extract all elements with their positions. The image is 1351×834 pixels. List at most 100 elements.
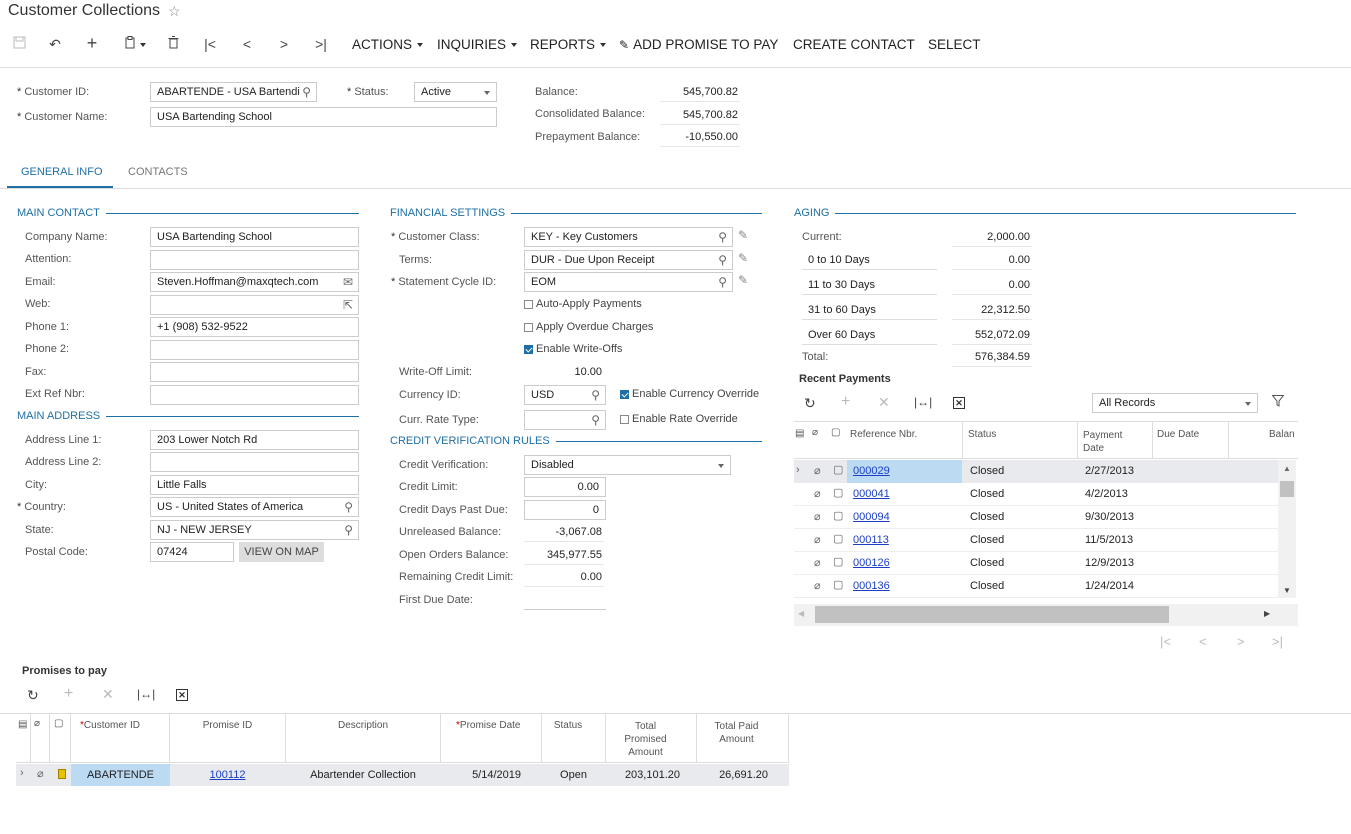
records-filter-select[interactable]: All Records — [1092, 393, 1258, 413]
status-select[interactable]: Active — [414, 82, 497, 102]
reports-menu[interactable]: REPORTS — [530, 37, 607, 52]
payment-ref-link[interactable]: 000126 — [853, 557, 890, 569]
add-promise-button[interactable]: ✎ ADD PROMISE TO PAY — [619, 37, 778, 52]
credit-verification-select[interactable]: Disabled — [524, 455, 731, 475]
attachment-icon[interactable]: ⌀ — [814, 510, 821, 523]
fit-columns-icon[interactable]: |↔| — [914, 395, 932, 409]
col-balance[interactable]: Balan — [1269, 429, 1295, 440]
table-row[interactable]: ⌀ ▢ 000094 Closed 9/30/2013 — [794, 506, 1278, 529]
mail-icon[interactable]: ✉ — [343, 275, 353, 289]
city-field[interactable]: Little Falls — [150, 475, 359, 495]
edit-pencil-icon[interactable]: ✎ — [738, 228, 748, 242]
pager-last-icon[interactable]: >| — [1272, 634, 1283, 649]
promise-id-link[interactable]: 100112 — [170, 769, 285, 781]
col-payment-date[interactable]: Payment Date — [1083, 429, 1122, 455]
delete-row-icon[interactable]: ✕ — [102, 686, 114, 703]
rate-override-checkbox[interactable]: Enable Rate Override — [620, 413, 738, 425]
phone2-field[interactable] — [150, 340, 359, 360]
tab-general-info[interactable]: GENERAL INFO — [21, 166, 103, 178]
scroll-thumb[interactable] — [815, 606, 1169, 623]
currency-override-checkbox[interactable]: Enable Currency Override — [620, 388, 759, 400]
enable-writeoffs-checkbox[interactable]: Enable Write-Offs — [524, 343, 622, 355]
star-icon[interactable]: ☆ — [168, 3, 181, 20]
auto-apply-checkbox[interactable]: Auto-Apply Payments — [524, 298, 642, 310]
email-field[interactable]: Steven.Hoffman@maxqtech.com ✉ — [150, 272, 359, 292]
col-status[interactable]: Status — [542, 720, 594, 731]
delete-icon[interactable] — [162, 36, 184, 52]
state-field[interactable]: NJ - NEW JERSEY ⚲ — [150, 520, 359, 540]
export-excel-icon[interactable]: ✕ — [953, 397, 965, 409]
pager-first-icon[interactable]: |< — [1160, 634, 1171, 649]
attachment-icon[interactable]: ⌀ — [814, 464, 821, 477]
overdue-charges-checkbox[interactable]: Apply Overdue Charges — [524, 321, 653, 333]
inquiries-menu[interactable]: INQUIRIES — [437, 37, 518, 52]
note-icon[interactable]: ▢ — [833, 486, 843, 499]
col-total-paid[interactable]: Total Paid Amount — [697, 720, 776, 746]
note-icon[interactable]: ▢ — [833, 532, 843, 545]
search-icon[interactable]: ⚲ — [302, 85, 311, 99]
pager-next-icon[interactable]: > — [1237, 634, 1245, 649]
scroll-down-icon[interactable]: ▼ — [1283, 586, 1291, 595]
table-row[interactable]: ⌀ ▢ 000113 Closed 11/5/2013 — [794, 529, 1278, 552]
delete-row-icon[interactable]: ✕ — [878, 394, 890, 411]
address-line2-field[interactable] — [150, 452, 359, 472]
table-row[interactable]: › ⌀ ABARTENDE 100112 Abartender Collecti… — [16, 764, 789, 786]
create-contact-button[interactable]: CREATE CONTACT — [793, 37, 915, 52]
prev-record-icon[interactable]: < — [236, 36, 258, 52]
customer-class-field[interactable]: KEY - Key Customers ⚲ — [524, 227, 733, 247]
col-due-date[interactable]: Due Date — [1157, 429, 1199, 440]
edit-pencil-icon[interactable]: ✎ — [738, 273, 748, 287]
note-icon[interactable]: ▢ — [833, 509, 843, 522]
ext-ref-field[interactable] — [150, 385, 359, 405]
external-link-icon[interactable]: ⇱ — [343, 298, 353, 312]
add-row-icon[interactable]: + — [64, 685, 73, 703]
customer-id-field[interactable]: ABARTENDE - USA Bartendi ⚲ — [150, 82, 317, 102]
payment-ref-link[interactable]: 000113 — [853, 534, 889, 546]
last-record-icon[interactable]: >| — [310, 36, 332, 52]
credit-limit-field[interactable]: 0.00 — [524, 477, 606, 497]
tab-contacts[interactable]: CONTACTS — [128, 166, 188, 178]
phone1-field[interactable]: +1 (908) 532-9522 — [150, 317, 359, 337]
address-line1-field[interactable]: 203 Lower Notch Rd — [150, 430, 359, 450]
undo-icon[interactable]: ↶ — [44, 36, 66, 53]
attachment-icon[interactable]: ⌀ — [814, 579, 821, 592]
fax-field[interactable] — [150, 362, 359, 382]
export-excel-icon[interactable]: ✕ — [176, 689, 188, 701]
country-field[interactable]: US - United States of America ⚲ — [150, 497, 359, 517]
grid-config-icon[interactable]: ▤ — [18, 719, 27, 730]
add-icon[interactable]: + — [81, 33, 103, 54]
view-on-map-button[interactable]: VIEW ON MAP — [239, 542, 324, 562]
search-icon[interactable]: ⚲ — [344, 523, 353, 537]
search-icon[interactable]: ⚲ — [718, 230, 727, 244]
grid-config-icon[interactable]: ▤ — [795, 428, 804, 439]
save-icon[interactable] — [8, 36, 30, 52]
add-row-icon[interactable]: + — [841, 393, 850, 411]
scroll-left-icon[interactable]: ◀ — [798, 609, 804, 618]
note-icon[interactable]: ▢ — [833, 578, 843, 591]
payment-ref-link[interactable]: 000041 — [853, 488, 890, 500]
copy-paste-icon[interactable] — [118, 36, 152, 52]
company-name-field[interactable]: USA Bartending School — [150, 227, 359, 247]
attachment-icon[interactable]: ⌀ — [814, 487, 821, 500]
horizontal-scrollbar[interactable]: ◀ ▶ — [794, 604, 1298, 626]
col-total-promised[interactable]: Total Promised Amount — [606, 720, 685, 759]
scroll-thumb[interactable] — [1280, 481, 1294, 497]
col-promise-id[interactable]: Promise ID — [170, 720, 285, 731]
table-row[interactable]: ⌀ ▢ 000136 Closed 1/24/2014 — [794, 575, 1278, 598]
payment-ref-link[interactable]: 000136 — [853, 580, 890, 592]
refresh-icon[interactable]: ↻ — [27, 687, 39, 704]
note-filled-icon[interactable] — [58, 769, 66, 779]
scroll-right-icon[interactable]: ▶ — [1264, 609, 1270, 618]
statement-cycle-field[interactable]: EOM ⚲ — [524, 272, 733, 292]
vertical-scrollbar[interactable]: ▲ ▼ — [1278, 460, 1296, 598]
payment-ref-link[interactable]: 000094 — [853, 511, 890, 523]
actions-menu[interactable]: ACTIONS — [352, 37, 424, 52]
promise-customer-id[interactable]: ABARTENDE — [71, 769, 170, 781]
col-description[interactable]: Description — [286, 720, 440, 731]
col-customer-id[interactable]: *Customer ID — [80, 720, 140, 731]
customer-name-field[interactable]: USA Bartending School — [150, 107, 497, 127]
postal-code-field[interactable]: 07424 — [150, 542, 234, 562]
refresh-icon[interactable]: ↻ — [804, 395, 816, 412]
note-icon[interactable]: ▢ — [833, 463, 843, 476]
attention-field[interactable] — [150, 250, 359, 270]
